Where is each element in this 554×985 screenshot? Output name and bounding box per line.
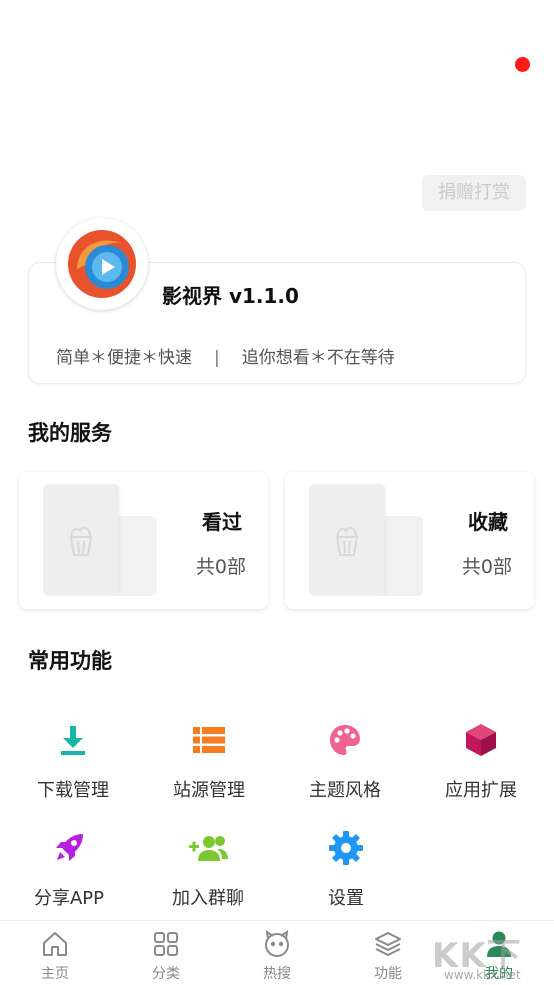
service-count: 共0部: [461, 556, 512, 578]
functions-title: 常用功能: [28, 649, 112, 673]
service-name: 收藏: [468, 510, 508, 534]
source-manager-button[interactable]: 站源管理: [141, 722, 277, 802]
service-name: 看过: [202, 510, 242, 534]
slogan: 简单＊便捷＊快速 | 追你想看＊不在等待: [56, 343, 395, 368]
nav-item-features[interactable]: 功能: [333, 929, 443, 983]
nav-label: 分类: [152, 966, 180, 982]
poster-placeholder: [43, 484, 119, 596]
function-label: 下载管理: [37, 780, 109, 801]
share-app-button[interactable]: 分享APP: [1, 830, 137, 910]
service-count: 共0部: [195, 556, 246, 578]
notification-dot: [515, 57, 530, 72]
nav-item-category[interactable]: 分类: [111, 929, 221, 983]
nav-label: 主页: [41, 966, 69, 982]
function-label: 加入群聊: [172, 888, 244, 909]
nav-item-home[interactable]: 主页: [0, 929, 110, 983]
function-label: 应用扩展: [445, 780, 517, 801]
nav-label: 功能: [374, 966, 402, 982]
layers-icon: [373, 929, 403, 959]
donate-button[interactable]: 捐赠打赏: [422, 175, 526, 211]
face-icon: [262, 929, 292, 959]
function-label: 站源管理: [173, 780, 245, 801]
join-group-button[interactable]: 加入群聊: [140, 830, 276, 910]
app-name: 影视界 v1.1.0: [162, 284, 299, 308]
add-group-icon: [186, 830, 230, 866]
gear-icon: [328, 830, 364, 866]
palette-icon: [327, 722, 363, 758]
settings-button[interactable]: 设置: [278, 830, 414, 910]
services-title: 我的服务: [28, 421, 112, 445]
home-icon: [40, 929, 70, 959]
nav-label: 热搜: [263, 966, 291, 982]
list-icon: [191, 722, 227, 758]
rocket-icon: [51, 830, 87, 866]
function-label: 主题风格: [309, 780, 381, 801]
slogan-separator: |: [214, 348, 220, 368]
nav-item-trending[interactable]: 热搜: [222, 929, 332, 983]
slogan-left: 简单＊便捷＊快速: [56, 348, 192, 368]
popcorn-icon: [69, 526, 93, 556]
grid-icon: [151, 929, 181, 959]
popcorn-icon: [335, 526, 359, 556]
logo-icon: [68, 230, 136, 298]
slogan-right: 追你想看＊不在等待: [241, 348, 395, 368]
app-logo: [56, 218, 148, 310]
watched-card[interactable]: 看过 共0部: [19, 472, 268, 609]
cube-icon: [463, 722, 499, 758]
app-extension-button[interactable]: 应用扩展: [413, 722, 549, 802]
function-label: 分享APP: [33, 888, 105, 909]
function-label: 设置: [328, 888, 364, 909]
watermark-url: www.kkx.net: [444, 968, 521, 982]
download-icon: [55, 722, 91, 758]
favorites-card[interactable]: 收藏 共0部: [285, 472, 534, 609]
download-manager-button[interactable]: 下载管理: [5, 722, 141, 802]
theme-style-button[interactable]: 主题风格: [277, 722, 413, 802]
poster-placeholder: [309, 484, 385, 596]
